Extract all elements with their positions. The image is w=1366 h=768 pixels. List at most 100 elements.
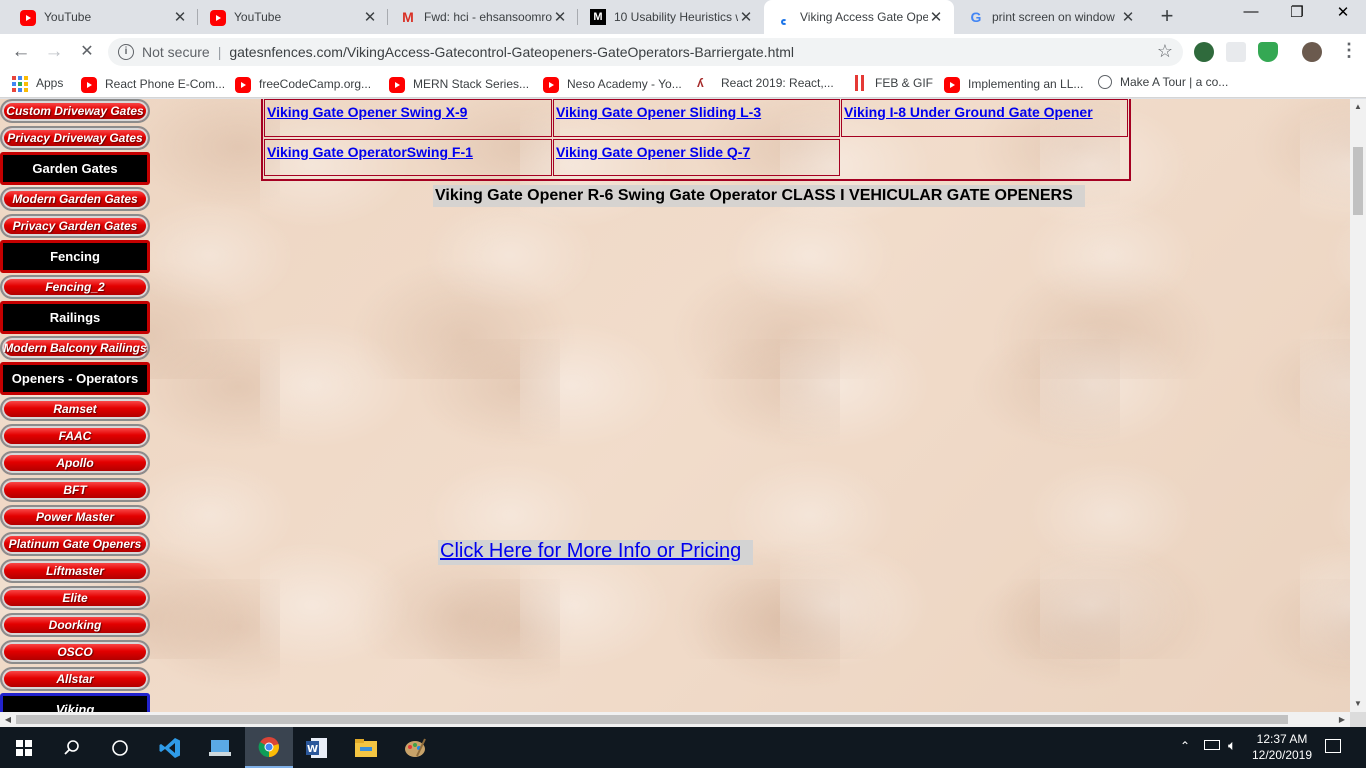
address-bar[interactable]: i Not secure | gatesnfences.com/VikingAc… bbox=[108, 38, 1183, 66]
url-text[interactable]: gatesnfences.com/VikingAccess-Gatecontro… bbox=[229, 44, 794, 60]
svg-text:W: W bbox=[307, 744, 318, 755]
taskbar-clock[interactable]: 12:37 AM 12/20/2019 bbox=[1248, 731, 1316, 763]
nav-fencing[interactable]: Fencing bbox=[0, 240, 150, 273]
horizontal-scrollbar[interactable]: ◀ ▶ bbox=[0, 712, 1350, 727]
tab-usability-heuristics[interactable]: M 10 Usability Heuristics w ✕ bbox=[578, 0, 764, 34]
security-label: Not secure bbox=[142, 44, 210, 60]
nav-railings[interactable]: Railings bbox=[0, 301, 150, 334]
bookmark-implementing[interactable]: Implementing an LL... bbox=[944, 75, 1083, 93]
tab-youtube-1[interactable]: YouTube ✕ bbox=[8, 0, 198, 34]
taskbar-chrome[interactable] bbox=[245, 727, 293, 768]
close-icon[interactable]: ✕ bbox=[362, 8, 378, 26]
close-icon[interactable]: ✕ bbox=[928, 8, 944, 26]
close-icon[interactable]: ✕ bbox=[172, 8, 188, 26]
battery-icon[interactable] bbox=[1204, 740, 1220, 750]
product-links-table: Viking Gate Opener Swing X-9 Viking Gate… bbox=[261, 99, 1131, 181]
vertical-scroll-thumb[interactable] bbox=[1353, 147, 1363, 215]
tab-viking-access[interactable]: Viking Access Gate Ope ✕ bbox=[764, 0, 954, 34]
nav-viking[interactable]: Viking bbox=[0, 693, 150, 712]
clock-time: 12:37 AM bbox=[1256, 732, 1308, 746]
nav-osco[interactable]: OSCO bbox=[0, 640, 150, 664]
bookmark-make-a-tour[interactable]: Make A Tour | a co... bbox=[1098, 75, 1228, 89]
taskbar-word[interactable]: W bbox=[293, 727, 341, 768]
link-sliding-l3[interactable]: Viking Gate Opener Sliding L-3 bbox=[556, 104, 837, 120]
scroll-up-icon[interactable]: ▲ bbox=[1350, 102, 1366, 111]
close-icon[interactable]: ✕ bbox=[1120, 8, 1136, 26]
taskbar-paint[interactable] bbox=[391, 727, 439, 768]
taskbar-search-button[interactable] bbox=[48, 727, 96, 768]
table-cell: Viking Gate Opener Slide Q-7 bbox=[553, 139, 840, 176]
profile-avatar[interactable] bbox=[1302, 42, 1322, 62]
forward-button[interactable]: → bbox=[41, 39, 67, 65]
shield-extension-icon[interactable] bbox=[1258, 42, 1278, 62]
nav-power-master[interactable]: Power Master bbox=[0, 505, 150, 529]
bookmark-star-icon[interactable]: ☆ bbox=[1157, 41, 1173, 62]
nav-garden-gates[interactable]: Garden Gates bbox=[0, 152, 150, 185]
volume-icon[interactable]: 🔈︎ bbox=[1228, 737, 1236, 754]
minimize-button[interactable]: — bbox=[1228, 3, 1274, 20]
taskbar-vscode[interactable] bbox=[146, 727, 194, 768]
search-icon bbox=[64, 739, 79, 755]
file-transfer-icon bbox=[209, 739, 231, 756]
bookmark-apps[interactable]: Apps bbox=[12, 75, 63, 92]
bookmark-react-2019[interactable]: ʎ React 2019: React,... bbox=[697, 75, 834, 91]
nav-modern-balcony-railings[interactable]: Modern Balcony Railings bbox=[0, 336, 150, 360]
link-swing-f1[interactable]: Viking Gate OperatorSwing F-1 bbox=[267, 144, 549, 160]
tab-youtube-2[interactable]: YouTube ✕ bbox=[198, 0, 388, 34]
nav-platinum-gate-openers[interactable]: Platinum Gate Openers bbox=[0, 532, 150, 556]
close-window-button[interactable]: ✕ bbox=[1320, 3, 1366, 21]
bookmark-neso-academy[interactable]: Neso Academy - Yo... bbox=[543, 75, 682, 93]
apps-grid-icon bbox=[12, 75, 28, 92]
nav-elite[interactable]: Elite bbox=[0, 586, 150, 610]
info-icon[interactable]: i bbox=[118, 44, 134, 60]
clock-date: 12/20/2019 bbox=[1251, 748, 1313, 762]
nav-privacy-driveway-gates[interactable]: Privacy Driveway Gates bbox=[0, 126, 150, 150]
nav-openers-operators[interactable]: Openers - Operators bbox=[0, 362, 150, 395]
tab-gmail[interactable]: M Fwd: hci - ehsansoomro ✕ bbox=[388, 0, 578, 34]
scroll-left-icon[interactable]: ◀ bbox=[0, 715, 16, 724]
more-info-link[interactable]: Click Here for More Info or Pricing bbox=[438, 540, 754, 565]
restore-button[interactable]: ❐ bbox=[1274, 3, 1320, 21]
link-i8-underground[interactable]: Viking I-8 Under Ground Gate Opener bbox=[844, 104, 1125, 120]
extension-icon[interactable] bbox=[1226, 42, 1246, 62]
bookmark-freecodecamp[interactable]: freeCodeCamp.org... bbox=[235, 75, 371, 93]
nav-liftmaster[interactable]: Liftmaster bbox=[0, 559, 150, 583]
nav-allstar[interactable]: Allstar bbox=[0, 667, 150, 691]
new-tab-button[interactable]: + bbox=[1153, 3, 1181, 29]
nav-fencing-2[interactable]: Fencing_2 bbox=[0, 275, 150, 299]
vertical-scrollbar[interactable]: ▲ ▼ bbox=[1350, 99, 1366, 712]
nav-modern-garden-gates[interactable]: Modern Garden Gates bbox=[0, 187, 150, 211]
close-icon[interactable]: ✕ bbox=[552, 8, 568, 26]
scroll-right-icon[interactable]: ▶ bbox=[1334, 715, 1350, 724]
youtube-icon bbox=[389, 77, 405, 93]
bookmark-feb-gif[interactable]: FEB & GIF bbox=[851, 75, 933, 91]
horizontal-scroll-thumb[interactable] bbox=[16, 715, 1288, 724]
taskbar-file-transfer[interactable] bbox=[196, 727, 244, 768]
task-view-button[interactable] bbox=[96, 727, 144, 768]
nav-custom-driveway-gates[interactable]: Custom Driveway Gates bbox=[0, 99, 150, 123]
link-swing-x9[interactable]: Viking Gate Opener Swing X-9 bbox=[267, 104, 549, 120]
bookmark-react-phone[interactable]: React Phone E-Com... bbox=[81, 75, 225, 93]
task-view-icon bbox=[112, 739, 128, 756]
taskbar-file-explorer[interactable] bbox=[342, 727, 390, 768]
bookmark-mern-stack[interactable]: MERN Stack Series... bbox=[389, 75, 529, 93]
nav-doorking[interactable]: Doorking bbox=[0, 613, 150, 637]
tab-google-search[interactable]: G print screen on window ✕ bbox=[956, 0, 1146, 34]
windows-logo-icon bbox=[16, 739, 32, 756]
start-button[interactable] bbox=[0, 727, 48, 768]
menu-kebab-icon[interactable]: ⋮ bbox=[1340, 40, 1358, 61]
link-slide-q7[interactable]: Viking Gate Opener Slide Q-7 bbox=[556, 144, 837, 160]
close-icon[interactable]: ✕ bbox=[738, 8, 754, 26]
nav-bft[interactable]: BFT bbox=[0, 478, 150, 502]
show-hidden-icons-chevron-icon[interactable]: ⌃ bbox=[1180, 739, 1190, 753]
vpn-extension-icon[interactable] bbox=[1194, 42, 1214, 62]
nav-ramset[interactable]: Ramset bbox=[0, 397, 150, 421]
tab-title: Fwd: hci - ehsansoomro bbox=[424, 10, 552, 24]
nav-privacy-garden-gates[interactable]: Privacy Garden Gates bbox=[0, 214, 150, 238]
stop-loading-button[interactable]: ✕ bbox=[74, 39, 100, 65]
scroll-down-icon[interactable]: ▼ bbox=[1350, 699, 1366, 708]
action-center-icon[interactable] bbox=[1325, 739, 1341, 753]
nav-faac[interactable]: FAAC bbox=[0, 424, 150, 448]
nav-apollo[interactable]: Apollo bbox=[0, 451, 150, 475]
back-button[interactable]: ← bbox=[8, 39, 34, 65]
